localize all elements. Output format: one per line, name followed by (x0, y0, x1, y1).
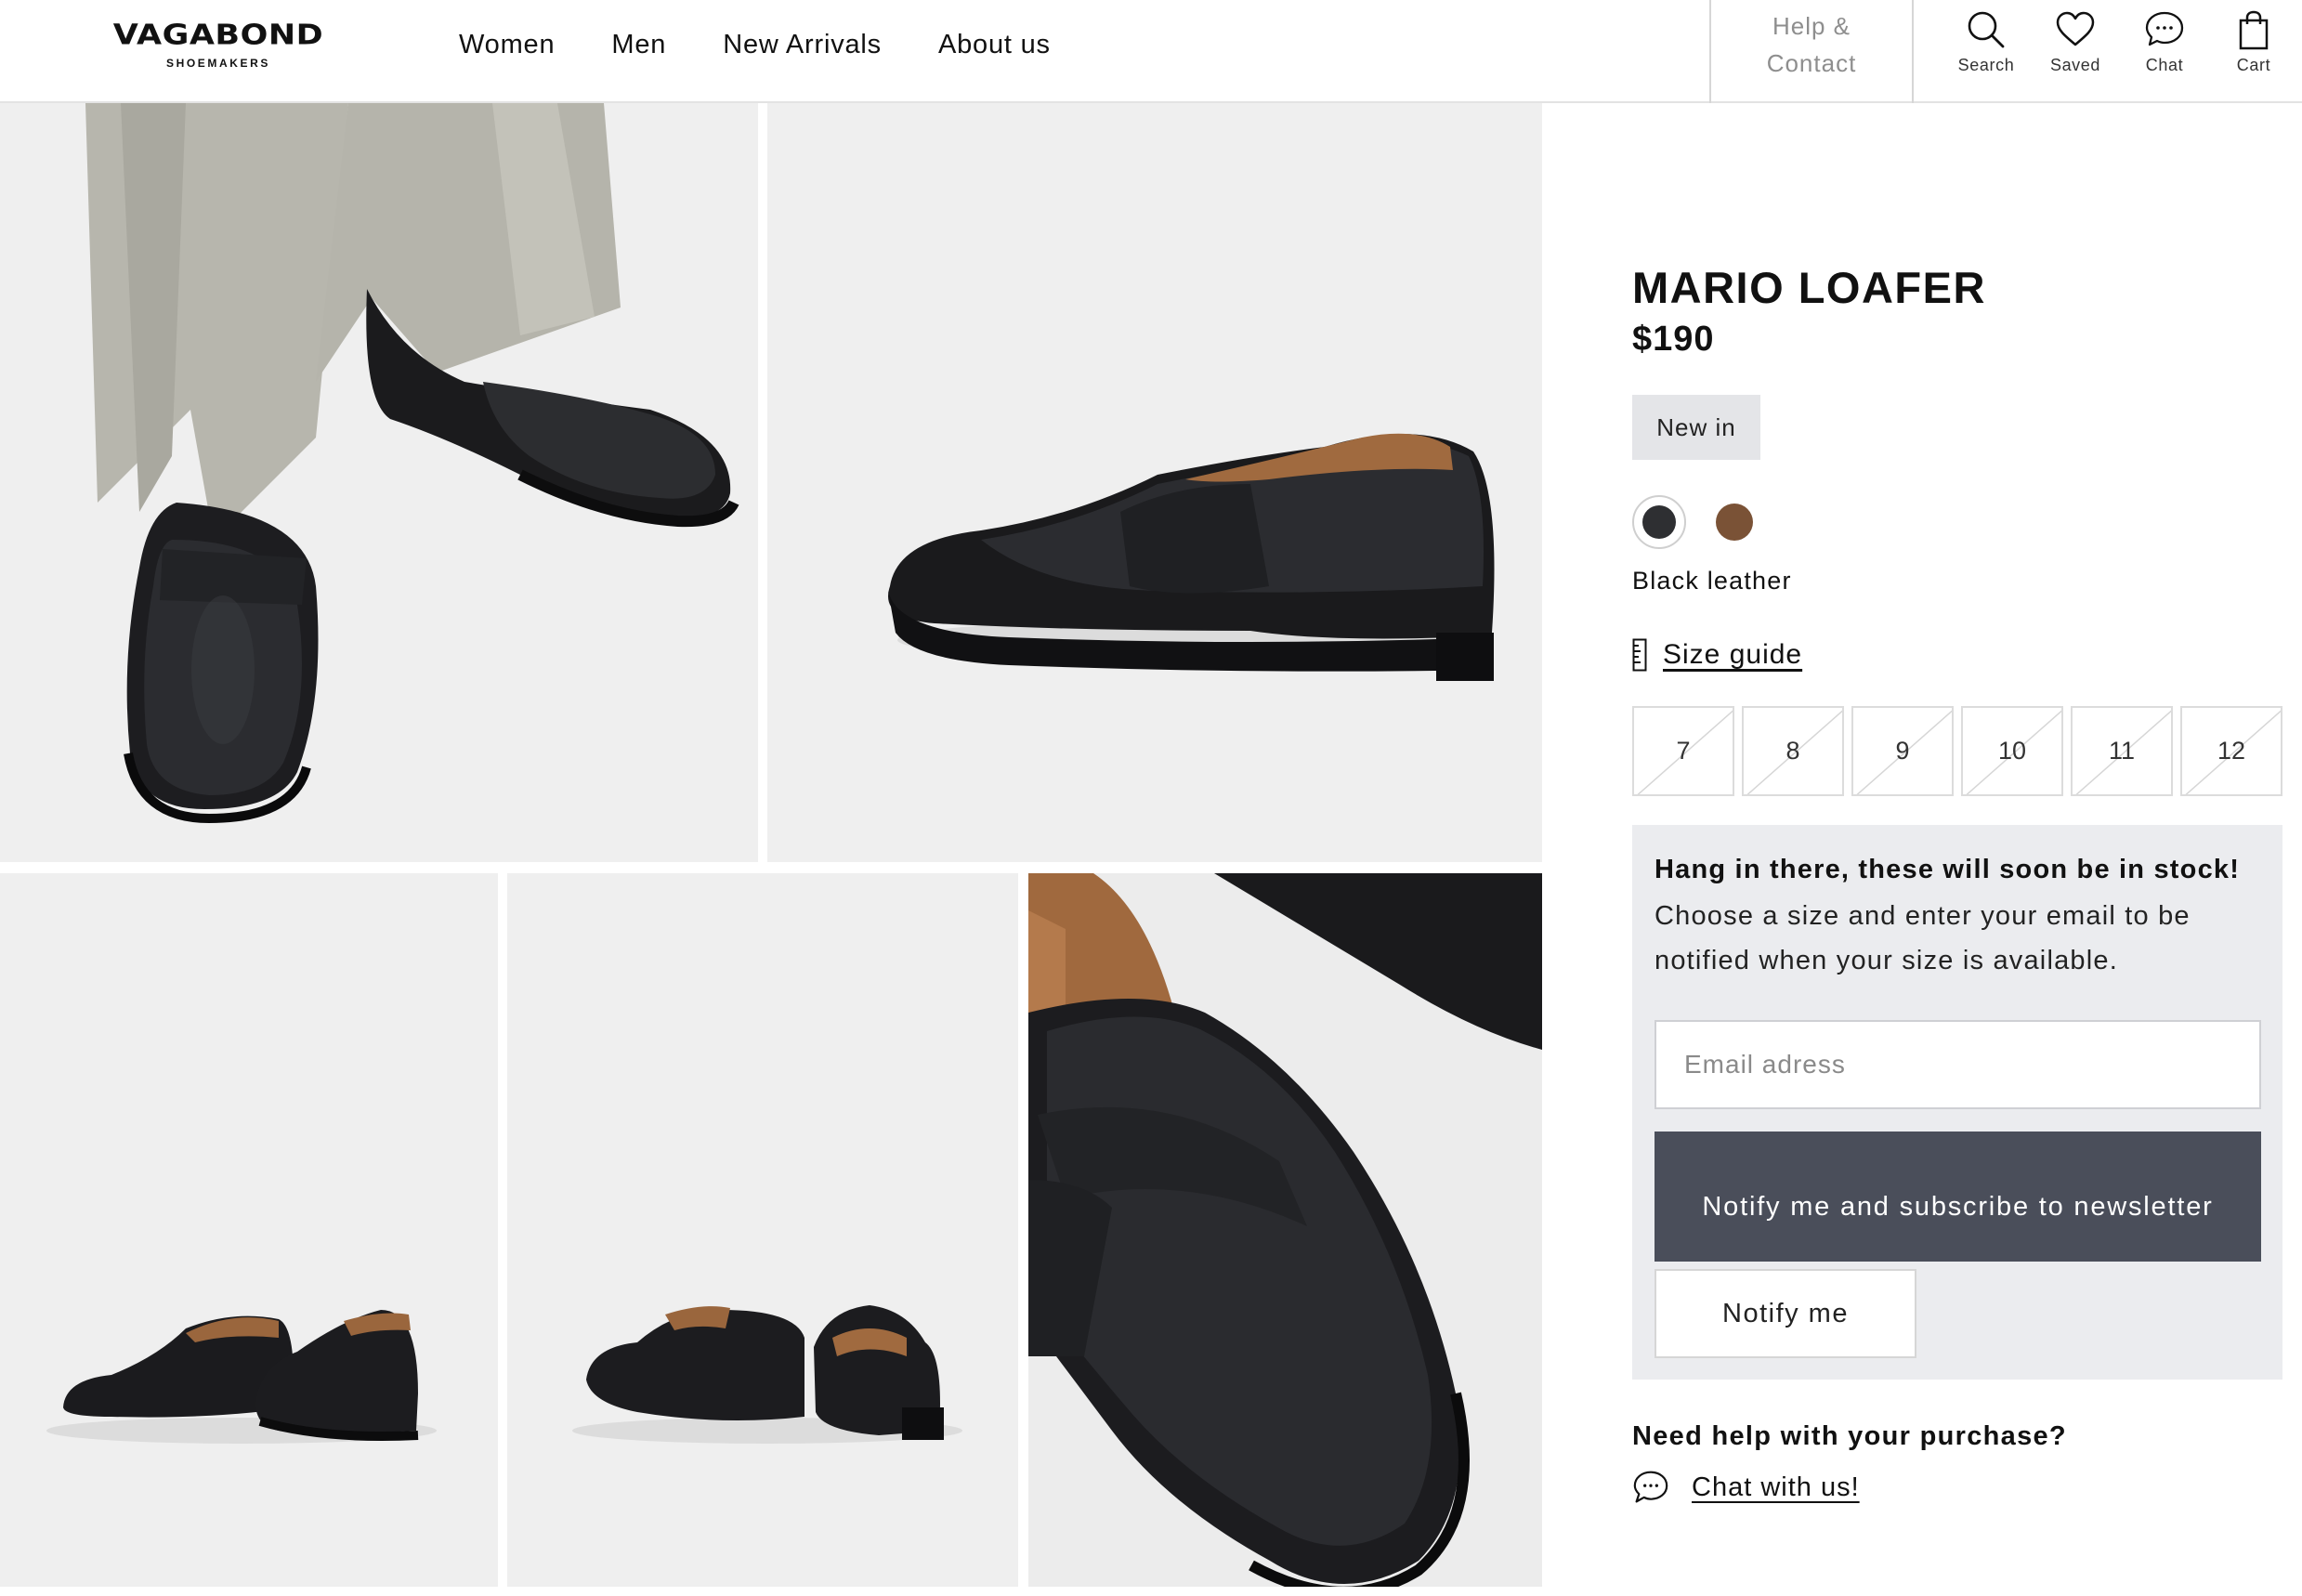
brand-name: VAGABOND (112, 19, 324, 52)
product-title: MARIO LOAFER (1632, 263, 1986, 312)
search-icon (1968, 11, 2005, 48)
loafers-pair-front-image (0, 873, 498, 1587)
cart-button[interactable]: Cart (2209, 9, 2298, 75)
loafers-pair-back-image (507, 873, 1018, 1587)
size-label: 11 (2108, 737, 2136, 765)
brand-tagline: SHOEMAKERS (165, 57, 270, 70)
size-label: 8 (1785, 737, 1800, 765)
cart-label: Cart (2236, 56, 2271, 74)
loafers-pair-front-photo[interactable] (0, 873, 498, 1587)
site-header: VAGABOND SHOEMAKERS Women Men New Arriva… (0, 0, 2302, 103)
chat-bubble-icon (1633, 1471, 1668, 1503)
notify-subscribe-button[interactable]: Notify me and subscribe to newsletter (1655, 1132, 2261, 1262)
saved-label: Saved (2049, 56, 2101, 74)
help-line-2: Contact (1766, 49, 1857, 77)
size-option-10[interactable]: 10 (1961, 706, 2063, 796)
chat-label: Chat (2145, 56, 2184, 74)
size-label: 7 (1676, 737, 1691, 765)
purchase-help-heading: Need help with your purchase? (1632, 1421, 2067, 1451)
search-button[interactable]: Search (1942, 9, 2031, 75)
main-nav: Women Men New Arrivals About us (459, 26, 1107, 63)
heart-icon (2056, 11, 2095, 46)
nav-new-arrivals[interactable]: New Arrivals (723, 26, 882, 63)
selected-color-name: Black leather (1632, 567, 1792, 595)
chat-button[interactable]: Chat (2120, 9, 2209, 75)
loafer-side-view-image (767, 103, 1542, 862)
saved-button[interactable]: Saved (2031, 9, 2120, 75)
color-swatch-brown[interactable] (1716, 504, 1753, 541)
nav-men[interactable]: Men (611, 26, 666, 63)
stock-description: Choose a size and enter your email to be… (1655, 901, 2191, 975)
nav-women[interactable]: Women (459, 26, 555, 63)
size-option-12[interactable]: 12 (2180, 706, 2282, 796)
size-label: 12 (2217, 737, 2246, 765)
size-guide-link[interactable]: Size guide (1632, 636, 1802, 674)
loafer-side-view-photo[interactable] (767, 103, 1542, 862)
chat-with-us-label: Chat with us! (1692, 1472, 1860, 1502)
size-option-7[interactable]: 7 (1632, 706, 1734, 796)
new-in-badge: New in (1632, 395, 1760, 460)
model-wearing-loafers-photo[interactable] (0, 103, 758, 862)
size-label: 9 (1895, 737, 1910, 765)
back-in-stock-panel: Hang in there, these will soon be in sto… (1632, 825, 2282, 1380)
size-option-11[interactable]: 11 (2071, 706, 2173, 796)
notify-me-button[interactable]: Notify me (1655, 1269, 1916, 1358)
size-option-9[interactable]: 9 (1851, 706, 1954, 796)
color-swatch-black[interactable] (1632, 495, 1686, 549)
swatch-black-fill (1642, 505, 1676, 539)
size-label: 10 (1997, 737, 2027, 765)
help-contact-link[interactable]: Help & Contact (1709, 0, 1914, 103)
help-line-1: Help & (1772, 12, 1851, 40)
bag-icon (2239, 10, 2269, 50)
chat-icon (2145, 11, 2184, 46)
size-guide-label: Size guide (1663, 639, 1803, 670)
search-label: Search (1957, 56, 2015, 74)
chat-with-us-link[interactable]: Chat with us! (1632, 1468, 1860, 1507)
loafers-pair-back-photo[interactable] (507, 873, 1018, 1587)
model-wearing-loafers-image (0, 103, 758, 862)
product-price: $190 (1632, 320, 1715, 359)
loafer-closeup-image (1028, 873, 1542, 1587)
email-field[interactable] (1655, 1020, 2261, 1109)
nav-about-us[interactable]: About us (938, 26, 1051, 63)
loafer-closeup-photo[interactable] (1028, 873, 1542, 1587)
size-option-8[interactable]: 8 (1742, 706, 1844, 796)
brand-logo[interactable]: VAGABOND SHOEMAKERS (78, 17, 359, 70)
stock-heading: Hang in there, these will soon be in sto… (1655, 855, 2241, 884)
ruler-icon (1632, 638, 1647, 672)
